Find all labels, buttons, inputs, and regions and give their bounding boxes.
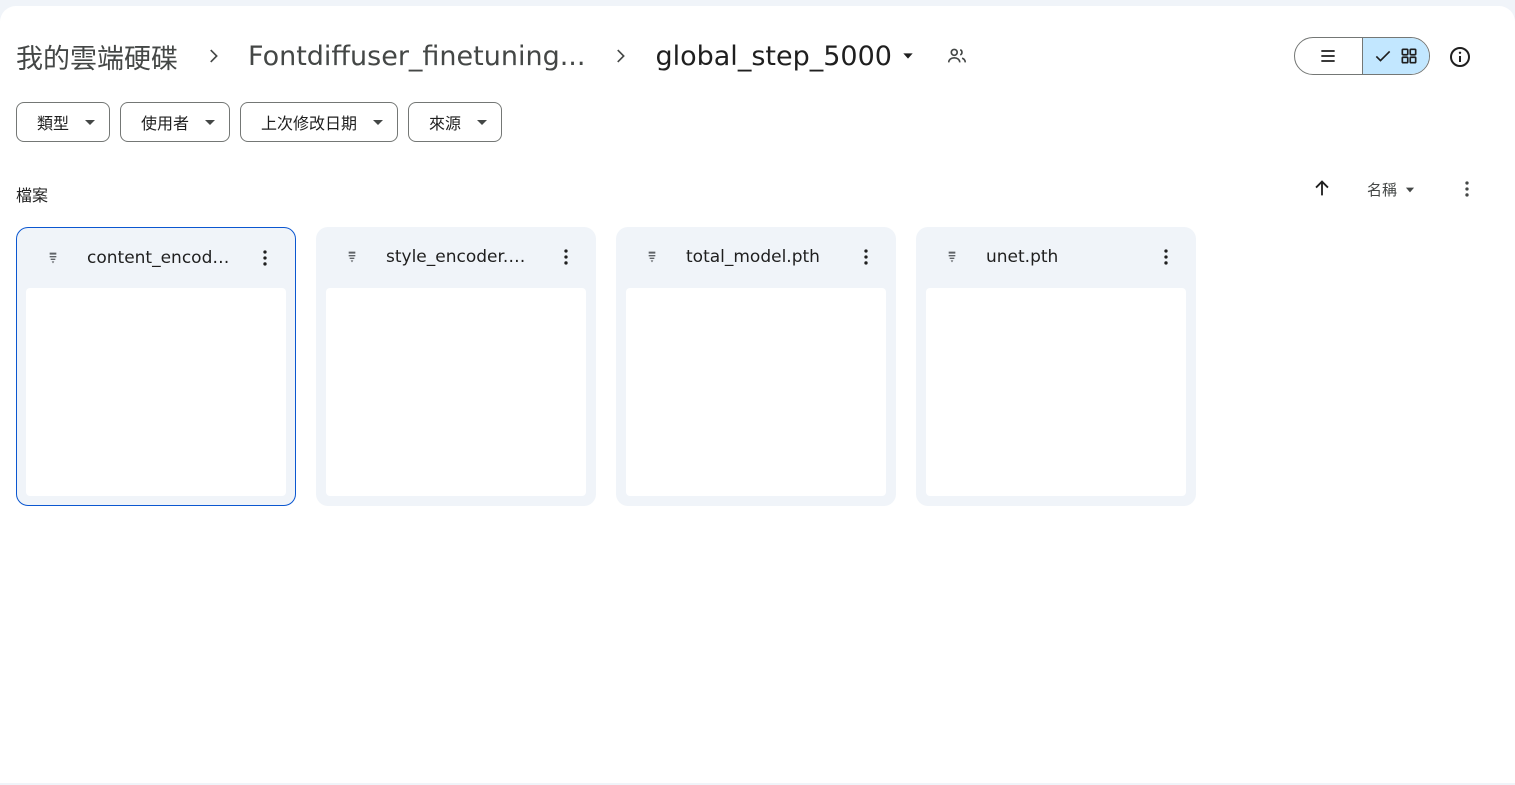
file-more-button[interactable]: [1154, 245, 1178, 269]
binary-file-icon: [640, 245, 664, 269]
breadcrumb-root[interactable]: 我的雲端硬碟: [16, 37, 178, 76]
breadcrumb-parent[interactable]: Fontdiffuser_finetuning...: [248, 41, 585, 72]
sort-by-button[interactable]: 名稱: [1367, 179, 1417, 200]
caret-down-icon: [205, 120, 216, 125]
chevron-right-icon: [178, 32, 248, 80]
sort-label: 名稱: [1367, 181, 1398, 199]
sort-direction-button[interactable]: [1311, 177, 1333, 199]
info-button[interactable]: [1448, 45, 1472, 69]
file-more-button[interactable]: [854, 245, 878, 269]
binary-file-icon: [340, 245, 364, 269]
more-vert-icon: [864, 249, 868, 265]
more-vert-icon: [564, 249, 568, 265]
file-card[interactable]: total_model.pth: [616, 227, 896, 506]
caret-down-icon: [903, 53, 913, 59]
filter-label: 上次修改日期: [261, 114, 358, 133]
filter-people-chip[interactable]: 使用者: [120, 102, 231, 142]
info-icon: [1450, 47, 1470, 67]
more-options-button[interactable]: [1456, 178, 1478, 200]
filter-label: 來源: [429, 114, 462, 133]
more-vert-icon: [263, 250, 267, 266]
file-grid: content_encoder.pth style_encoder.pth: [16, 227, 1196, 506]
list-view-icon: [1321, 50, 1335, 62]
file-more-button[interactable]: [253, 246, 277, 270]
file-name: total_model.pth: [686, 247, 820, 267]
filter-source-chip[interactable]: 來源: [408, 102, 503, 142]
file-thumbnail[interactable]: [926, 288, 1186, 496]
file-card[interactable]: content_encoder.pth: [16, 227, 296, 506]
filter-type-chip[interactable]: 類型: [16, 102, 111, 142]
grid-view-icon: [1401, 48, 1417, 64]
file-thumbnail[interactable]: [326, 288, 586, 496]
filter-label: 類型: [37, 114, 70, 133]
file-thumbnail[interactable]: [26, 288, 286, 496]
check-icon: [1375, 50, 1391, 62]
breadcrumb: 我的雲端硬碟 Fontdiffuser_finetuning... global…: [16, 32, 970, 80]
file-thumbnail[interactable]: [626, 288, 886, 496]
filter-bar: 類型 使用者 上次修改日期 來源: [16, 102, 503, 142]
list-view-button[interactable]: [1295, 38, 1362, 74]
file-name: style_encoder.pth: [386, 247, 536, 267]
section-title: 檔案: [16, 186, 49, 205]
main-panel: 我的雲端硬碟 Fontdiffuser_finetuning... global…: [0, 6, 1515, 783]
view-toggle: [1294, 37, 1430, 75]
more-vert-icon: [1465, 181, 1469, 197]
chevron-right-icon: [585, 32, 655, 80]
breadcrumb-current-menu[interactable]: global_step_5000: [655, 41, 915, 72]
binary-file-icon: [940, 245, 964, 269]
shared-folder-icon[interactable]: [946, 44, 970, 68]
file-card[interactable]: unet.pth: [916, 227, 1196, 506]
more-vert-icon: [1164, 249, 1168, 265]
caret-down-icon: [1405, 187, 1415, 192]
caret-down-icon: [85, 120, 96, 125]
caret-down-icon: [373, 120, 384, 125]
file-card[interactable]: style_encoder.pth: [316, 227, 596, 506]
file-more-button[interactable]: [554, 245, 578, 269]
grid-view-button[interactable]: [1361, 38, 1429, 74]
file-name: unet.pth: [986, 247, 1059, 267]
filter-label: 使用者: [141, 114, 190, 133]
caret-down-icon: [477, 120, 488, 125]
breadcrumb-current: global_step_5000: [655, 40, 892, 72]
filter-modified-chip[interactable]: 上次修改日期: [240, 102, 399, 142]
arrow-upward-icon: [1315, 180, 1329, 196]
binary-file-icon: [41, 246, 65, 270]
file-name: content_encoder.pth: [87, 248, 237, 268]
